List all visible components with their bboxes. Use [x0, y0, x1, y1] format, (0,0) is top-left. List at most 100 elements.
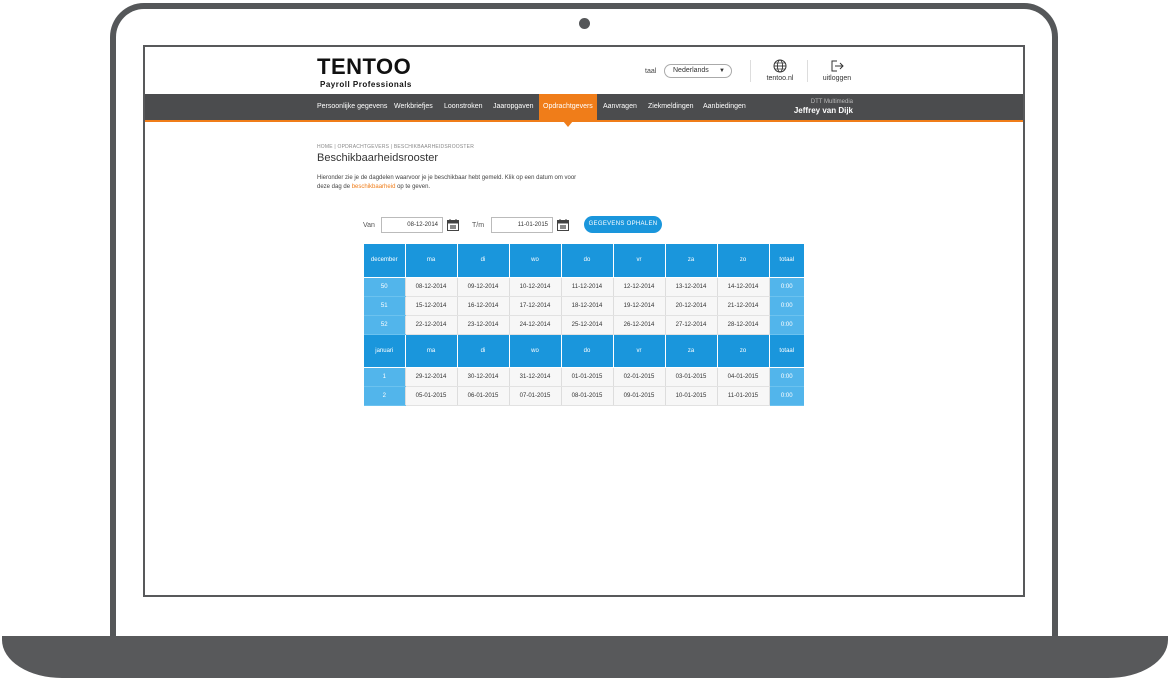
date-cell[interactable]: 15-12-2014: [404, 296, 457, 316]
language-label: taal: [645, 68, 657, 75]
logo-title: TENTOO: [317, 54, 412, 79]
laptop-base: [2, 636, 1168, 678]
language-selected: Nederlands: [673, 67, 709, 74]
date-cell[interactable]: 03-01-2015: [664, 367, 717, 387]
week-total: 0:00: [768, 367, 804, 387]
table-header-row: december ma di wo do vr za zo totaal: [364, 244, 804, 278]
date-cell[interactable]: 12-12-2014: [612, 277, 665, 297]
date-cell[interactable]: 10-12-2014: [508, 277, 561, 297]
date-cell[interactable]: 09-01-2015: [612, 386, 665, 406]
date-cell[interactable]: 31-12-2014: [508, 367, 561, 387]
table-row: 50 08-12-2014 09-12-2014 10-12-2014 11-1…: [364, 277, 804, 297]
calendar-icon[interactable]: [557, 219, 569, 231]
date-cell[interactable]: 08-12-2014: [404, 277, 457, 297]
month-header: december: [364, 244, 405, 278]
week-number: 51: [364, 296, 405, 316]
availability-link[interactable]: beschikbaarheid: [352, 184, 396, 190]
day-header: ma: [404, 244, 457, 278]
calendar-icon[interactable]: [447, 219, 459, 231]
date-cell[interactable]: 20-12-2014: [664, 296, 717, 316]
week-number: 52: [364, 315, 405, 335]
total-header: totaal: [768, 244, 804, 278]
day-header: vr: [612, 334, 665, 368]
date-cell[interactable]: 14-12-2014: [716, 277, 769, 297]
total-header: totaal: [768, 334, 804, 368]
week-total: 0:00: [768, 296, 804, 316]
fetch-data-button[interactable]: GEGEVENS OPHALEN: [584, 216, 662, 233]
nav-item-werkbriefjes[interactable]: Werkbriefjes: [394, 94, 433, 120]
from-label: Van: [363, 222, 375, 229]
user-name[interactable]: Jeffrey van Dijk: [794, 106, 853, 115]
day-header: vr: [612, 244, 665, 278]
to-date-input[interactable]: 11-01-2015: [491, 217, 553, 233]
logo-subtitle: Payroll Professionals: [320, 80, 412, 89]
date-cell[interactable]: 27-12-2014: [664, 315, 717, 335]
header-divider: [750, 60, 751, 82]
day-header: do: [560, 244, 613, 278]
date-cell[interactable]: 10-01-2015: [664, 386, 717, 406]
breadcrumb: HOME | OPDRACHTGEVERS | BESCHIKBAARHEIDS…: [317, 144, 475, 150]
table-row: 52 22-12-2014 23-12-2014 24-12-2014 25-1…: [364, 315, 804, 335]
main-nav: Persoonlijke gegevens Werkbriefjes Loons…: [145, 94, 1023, 127]
date-cell[interactable]: 17-12-2014: [508, 296, 561, 316]
date-cell[interactable]: 25-12-2014: [560, 315, 613, 335]
logo[interactable]: TENTOO Payroll Professionals: [317, 54, 412, 90]
date-cell[interactable]: 23-12-2014: [456, 315, 509, 335]
date-cell[interactable]: 30-12-2014: [456, 367, 509, 387]
day-header: do: [560, 334, 613, 368]
date-cell[interactable]: 09-12-2014: [456, 277, 509, 297]
day-header: zo: [716, 244, 769, 278]
nav-item-jaaropgaven[interactable]: Jaaropgaven: [493, 94, 533, 120]
day-header: zo: [716, 334, 769, 368]
date-cell[interactable]: 05-01-2015: [404, 386, 457, 406]
date-cell[interactable]: 26-12-2014: [612, 315, 665, 335]
date-cell[interactable]: 01-01-2015: [560, 367, 613, 387]
nav-item-loonstroken[interactable]: Loonstroken: [444, 94, 483, 120]
date-cell[interactable]: 08-01-2015: [560, 386, 613, 406]
logout-icon: [831, 60, 844, 72]
site-link-label: tentoo.nl: [766, 75, 794, 82]
logout-button[interactable]: uitloggen: [817, 59, 857, 82]
intro-text: Hieronder zie je de dagdelen waarvoor je…: [317, 174, 587, 192]
day-header: ma: [404, 334, 457, 368]
globe-icon: [773, 59, 787, 73]
date-cell[interactable]: 07-01-2015: [508, 386, 561, 406]
table-row: 2 05-01-2015 06-01-2015 07-01-2015 08-01…: [364, 386, 804, 406]
date-cell[interactable]: 04-01-2015: [716, 367, 769, 387]
nav-item-aanbiedingen[interactable]: Aanbiedingen: [703, 94, 746, 120]
date-cell[interactable]: 28-12-2014: [716, 315, 769, 335]
day-header: wo: [508, 334, 561, 368]
week-number: 2: [364, 386, 405, 406]
week-total: 0:00: [768, 277, 804, 297]
date-cell[interactable]: 21-12-2014: [716, 296, 769, 316]
language-select[interactable]: Nederlands ▼: [664, 64, 732, 78]
table-row: 51 15-12-2014 16-12-2014 17-12-2014 18-1…: [364, 296, 804, 316]
day-header: di: [456, 334, 509, 368]
date-cell[interactable]: 18-12-2014: [560, 296, 613, 316]
nav-item-opdrachtgevers[interactable]: Opdrachtgevers: [539, 94, 597, 127]
date-cell[interactable]: 06-01-2015: [456, 386, 509, 406]
from-date-input[interactable]: 08-12-2014: [381, 217, 443, 233]
availability-table: december ma di wo do vr za zo totaal 50 …: [364, 244, 804, 406]
table-header-row: januari ma di wo do vr za zo totaal: [364, 334, 804, 368]
week-total: 0:00: [768, 386, 804, 406]
date-cell[interactable]: 29-12-2014: [404, 367, 457, 387]
date-cell[interactable]: 19-12-2014: [612, 296, 665, 316]
nav-item-ziekmeldingen[interactable]: Ziekmeldingen: [648, 94, 694, 120]
nav-item-aanvragen[interactable]: Aanvragen: [603, 94, 637, 120]
week-total: 0:00: [768, 315, 804, 335]
date-cell[interactable]: 02-01-2015: [612, 367, 665, 387]
user-organisation: DTT Multimedia: [810, 99, 853, 105]
date-cell[interactable]: 16-12-2014: [456, 296, 509, 316]
date-cell[interactable]: 24-12-2014: [508, 315, 561, 335]
date-cell[interactable]: 11-01-2015: [716, 386, 769, 406]
date-cell[interactable]: 11-12-2014: [560, 277, 613, 297]
date-cell[interactable]: 13-12-2014: [664, 277, 717, 297]
intro-text-end: op te geven.: [395, 184, 431, 190]
nav-item-persoonlijke-gegevens[interactable]: Persoonlijke gegevens: [317, 94, 387, 120]
screen: TENTOO Payroll Professionals taal Nederl…: [143, 45, 1025, 597]
logout-label: uitloggen: [822, 75, 852, 82]
date-cell[interactable]: 22-12-2014: [404, 315, 457, 335]
site-link[interactable]: tentoo.nl: [760, 59, 800, 82]
day-header: za: [664, 334, 717, 368]
